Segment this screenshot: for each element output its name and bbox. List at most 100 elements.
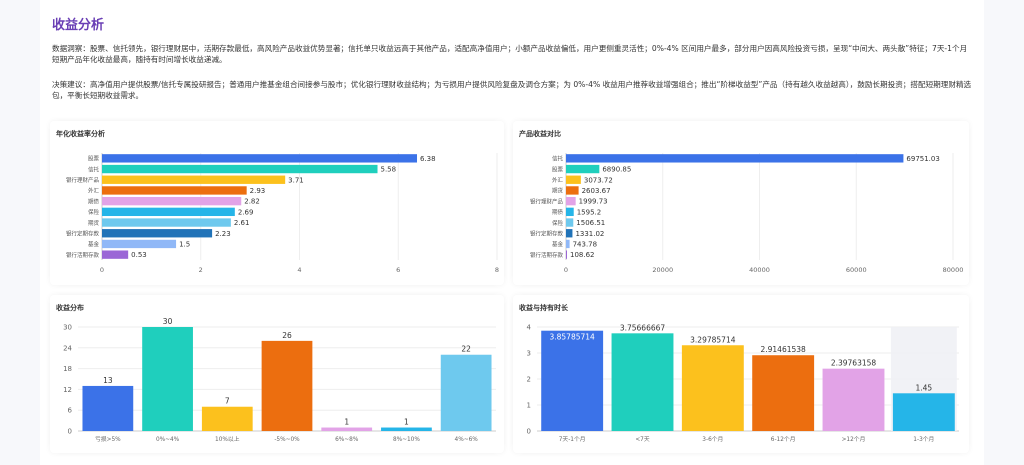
category-label: 期债 <box>552 208 564 216</box>
x-tick-label: 40000 <box>749 266 770 274</box>
category-label: 信托 <box>88 165 100 173</box>
value-label: 1331.02 <box>575 230 604 238</box>
value-label: 3073.72 <box>584 176 613 184</box>
x-tick-label: 8 <box>495 266 499 274</box>
x-tick-label: 6 <box>396 266 400 274</box>
bar <box>102 164 378 174</box>
value-label: 1506.51 <box>576 219 605 227</box>
bar <box>102 186 247 195</box>
x-tick-label: 80000 <box>943 266 964 274</box>
bar <box>611 333 674 431</box>
x-tick-label: 0 <box>100 266 104 274</box>
category-label: 银行活期存款 <box>530 251 564 259</box>
bar <box>102 154 418 163</box>
value-label: 13 <box>103 376 113 385</box>
value-label: 1595.2 <box>577 208 602 216</box>
category-label: 银行定期存款 <box>530 229 564 237</box>
bar <box>822 368 885 431</box>
bar <box>566 250 567 259</box>
x-tick-label: 2 <box>199 266 203 274</box>
bar <box>566 229 573 238</box>
category-label: 银行活期存款 <box>66 251 100 259</box>
x-tick-label: 20000 <box>652 266 673 274</box>
bar <box>381 427 432 431</box>
bar <box>102 175 286 184</box>
bar <box>566 207 574 217</box>
value-label: 26 <box>282 331 292 340</box>
value-label: 1.5 <box>179 240 190 248</box>
bar <box>566 175 581 184</box>
value-label: 2.61 <box>234 219 250 227</box>
advice-text: 决策建议：高净值用户提供股票/信托专属投研报告；普通用户推基金组合间接参与股市；… <box>52 80 972 100</box>
bar <box>566 164 600 174</box>
value-label: 22 <box>461 345 471 354</box>
category-label: 期货 <box>552 187 564 195</box>
bar <box>566 239 570 249</box>
income-duration-chart: 0 1 2 3 4 7天-1个月 3.85785714 <7天 3.75666667 3-6个月 3… <box>527 323 959 443</box>
page-title: 收益分析 <box>52 18 105 33</box>
chart-card-annual-yield: 年化收益率分析 0 2 4 6 8 股票 6.38 信托 5.58 银行理财产品 3.71 外汇 2.9… <box>50 121 504 285</box>
value-label: 5.58 <box>381 166 397 174</box>
category-label: 基金 <box>88 240 100 248</box>
annual-yield-chart: 0 2 4 6 8 股票 6.38 信托 5.58 银行理财产品 3.71 外汇 2.93 期债 2.82 保… <box>66 153 499 274</box>
y-tick-label: 6 <box>68 407 73 415</box>
bar <box>102 229 213 238</box>
value-label: 3.71 <box>288 176 304 184</box>
bar <box>201 406 253 431</box>
chart-card-income-vs-duration: 收益与持有时长 0 1 2 3 4 7天-1个月 3.85785714 <7天 3.756666… <box>513 295 969 453</box>
value-label: 2.82 <box>244 198 260 206</box>
bar <box>566 154 904 163</box>
insight-text: 数据洞察：股票、信托领先，银行理财居中，活期存款最低，高风险产品收益优势显著；信… <box>52 44 968 64</box>
category-label: 股票 <box>552 166 564 173</box>
value-label: 6.38 <box>420 155 436 163</box>
category-label: 7天-1个月 <box>559 436 586 443</box>
bar <box>102 218 231 227</box>
bar <box>681 345 744 431</box>
chart-card-product-income: 产品收益对比 0 20000 40000 60000 80000 信托 69751.03 股票… <box>513 121 969 285</box>
category-label: 10%以上 <box>215 435 240 443</box>
x-tick-label: 0 <box>564 266 568 274</box>
bar <box>102 207 235 217</box>
income-distribution-chart: 0 6 12 18 24 30 亏损>5% 13 0%~4% 30 10%以上 7 -5%~0% 26 6%… <box>63 317 496 443</box>
value-label: 30 <box>163 317 173 326</box>
bar <box>541 330 604 431</box>
y-tick-label: 2 <box>527 376 531 384</box>
y-tick-label: 0 <box>68 428 72 436</box>
category-label: 期债 <box>88 197 100 205</box>
value-label: 2603.67 <box>582 187 611 195</box>
y-tick-label: 30 <box>63 324 72 332</box>
bar <box>566 186 579 195</box>
category-label: 外汇 <box>552 176 564 184</box>
value-label: 0.53 <box>131 251 147 259</box>
bar <box>142 327 193 431</box>
value-label: 743.78 <box>573 240 598 248</box>
value-label: 2.39763158 <box>831 359 877 368</box>
value-label: 3.75666667 <box>620 323 666 332</box>
category-label: 银行定期存款 <box>66 229 100 237</box>
category-label: 1-3个月 <box>913 436 934 443</box>
value-label: 7 <box>225 397 230 406</box>
y-tick-label: 4 <box>527 324 532 332</box>
bar <box>321 427 373 431</box>
value-label: 1.45 <box>915 383 932 392</box>
y-tick-label: 12 <box>63 386 72 394</box>
bar <box>102 250 129 259</box>
value-label: 2.93 <box>250 187 266 195</box>
value-label: 2.69 <box>238 208 254 216</box>
value-label: 108.62 <box>570 251 595 259</box>
value-label: 1 <box>344 418 349 427</box>
value-label: 1999.73 <box>579 198 608 206</box>
chart-card-income-distribution: 收益分布 0 6 12 18 24 30 亏损>5% 13 0%~4% 30 10%以上 7 -5%~0… <box>50 295 504 453</box>
category-label: 银行理财产品 <box>530 197 564 205</box>
category-label: 3-6个月 <box>702 436 723 443</box>
value-label: 3.85785714 <box>549 333 595 342</box>
bar <box>892 393 955 431</box>
category-label: 保险 <box>552 219 564 227</box>
category-label: 期货 <box>88 219 100 227</box>
category-label: 银行理财产品 <box>66 176 100 184</box>
y-tick-label: 1 <box>527 402 531 410</box>
category-label: 基金 <box>552 240 564 248</box>
bar <box>82 385 134 431</box>
value-label: 2.23 <box>215 230 231 238</box>
category-label: -5%~0% <box>274 437 300 443</box>
